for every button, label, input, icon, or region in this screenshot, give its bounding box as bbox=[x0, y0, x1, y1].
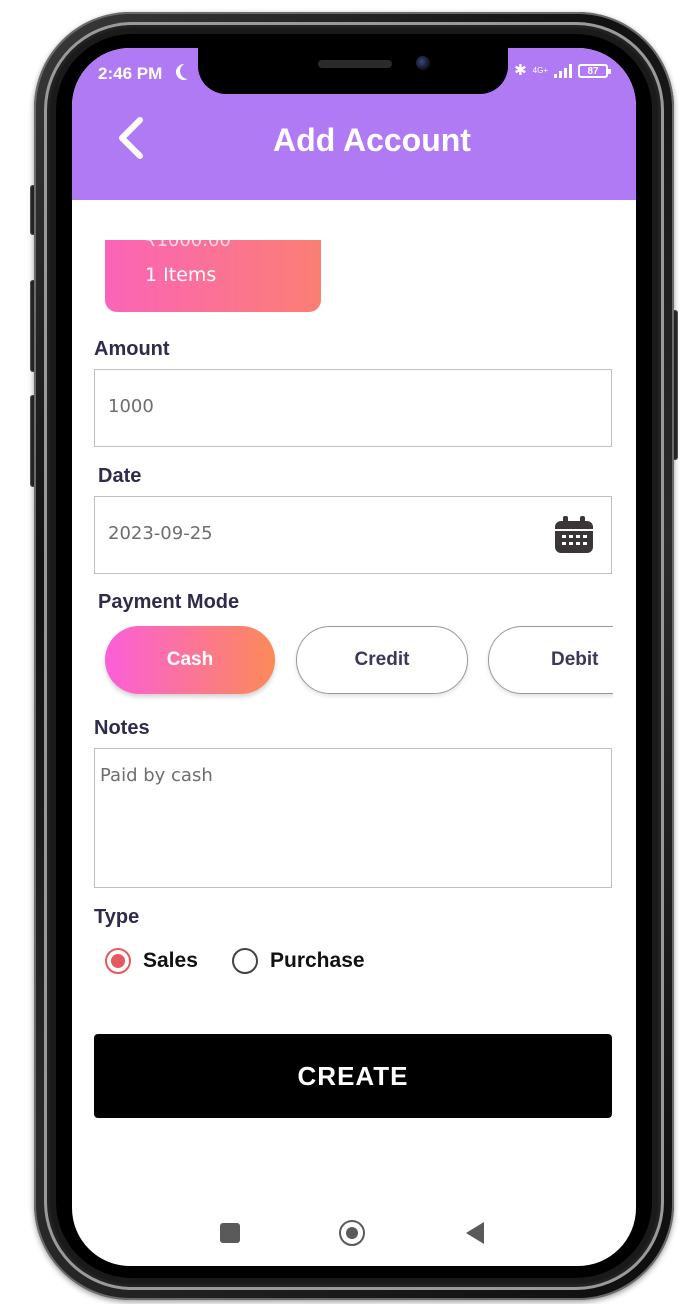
amount-label: Amount bbox=[94, 338, 170, 360]
radio-selected-icon bbox=[105, 948, 131, 974]
status-icons: ✱ 4G+ 87 bbox=[514, 62, 611, 79]
card-items-count: 1 Items bbox=[145, 264, 217, 286]
amount-value: 1000 bbox=[108, 396, 154, 417]
battery-level: 87 bbox=[587, 65, 599, 77]
notes-value: Paid by cash bbox=[100, 765, 213, 786]
type-label: Type bbox=[94, 906, 140, 928]
moon-icon bbox=[180, 63, 196, 79]
bluetooth-icon: ✱ bbox=[514, 62, 527, 79]
amount-input[interactable]: 1000 bbox=[94, 369, 612, 447]
radio-unselected-icon bbox=[232, 948, 258, 974]
payment-mode-cash[interactable]: Cash bbox=[105, 626, 275, 694]
status-time: 2:46 PM bbox=[98, 64, 163, 83]
front-camera bbox=[416, 56, 430, 70]
battery-icon: 87 bbox=[578, 64, 611, 78]
screenshot: 2:46 PM ✱ 4G+ 87 Add Account ₹1000.00 1 … bbox=[0, 0, 698, 1304]
summary-card[interactable]: ₹1000.00 1 Items bbox=[105, 240, 321, 312]
date-label: Date bbox=[98, 465, 142, 487]
phone-screen: 2:46 PM ✱ 4G+ 87 Add Account ₹1000.00 1 … bbox=[72, 48, 636, 1266]
page-title: Add Account bbox=[273, 122, 471, 158]
square-icon[interactable] bbox=[220, 1223, 240, 1243]
notes-textarea[interactable]: Paid by cash bbox=[94, 748, 612, 888]
triangle-back-icon[interactable] bbox=[466, 1222, 484, 1244]
card-amount: ₹1000.00 bbox=[145, 240, 231, 251]
circle-icon[interactable] bbox=[339, 1220, 365, 1246]
notes-label: Notes bbox=[94, 717, 150, 739]
create-button[interactable]: CREATE bbox=[94, 1034, 612, 1118]
payment-mode-scroller[interactable]: Cash Credit Debit bbox=[72, 618, 613, 708]
signal-icon bbox=[554, 64, 572, 78]
payment-mode-label: Payment Mode bbox=[98, 591, 240, 613]
type-radio-sales[interactable]: Sales bbox=[105, 948, 198, 974]
network-type: 4G+ bbox=[532, 66, 548, 75]
type-sales-label: Sales bbox=[143, 949, 198, 972]
payment-mode-credit[interactable]: Credit bbox=[296, 626, 468, 694]
date-value: 2023-09-25 bbox=[108, 523, 213, 544]
speaker-grille bbox=[318, 60, 392, 68]
type-purchase-label: Purchase bbox=[270, 949, 365, 972]
type-radio-purchase[interactable]: Purchase bbox=[232, 948, 365, 974]
calendar-icon[interactable] bbox=[553, 515, 595, 555]
phone-notch bbox=[198, 48, 508, 94]
date-input[interactable]: 2023-09-25 bbox=[94, 496, 612, 574]
payment-mode-debit[interactable]: Debit bbox=[488, 626, 613, 694]
